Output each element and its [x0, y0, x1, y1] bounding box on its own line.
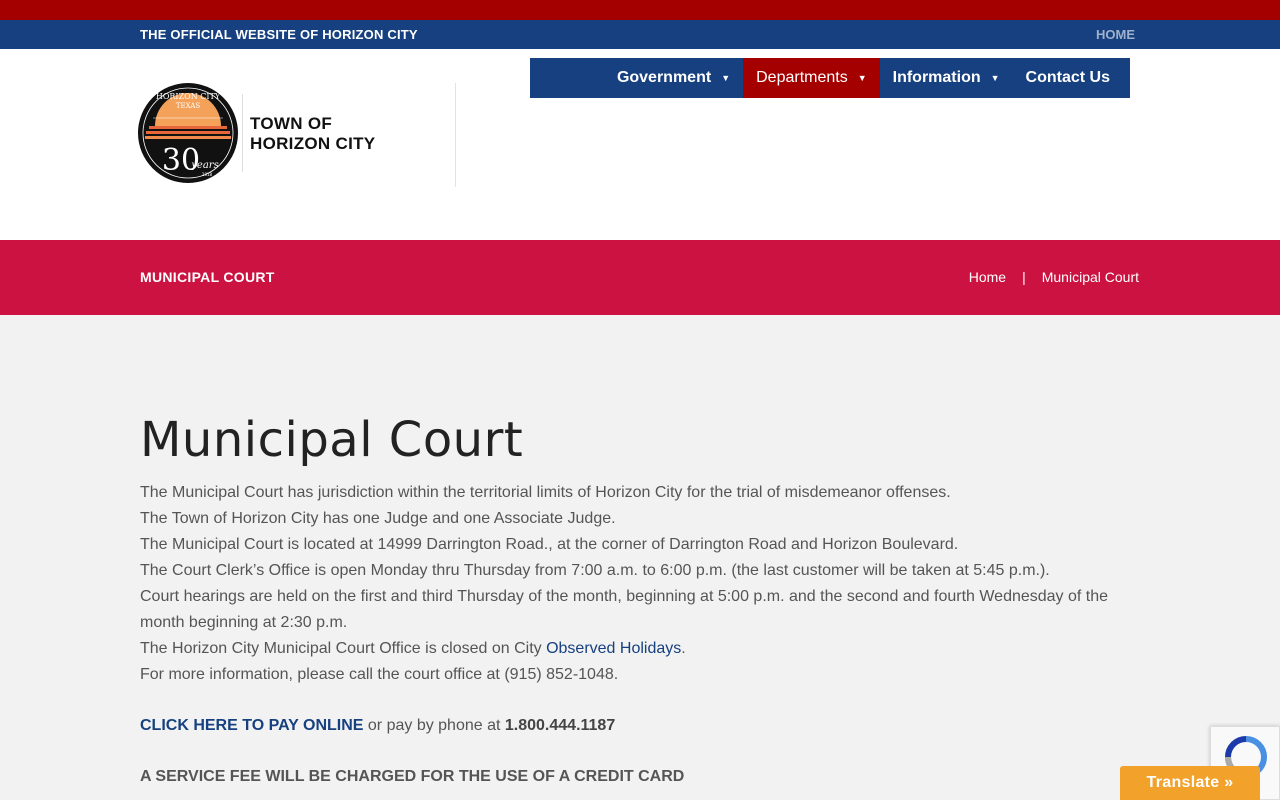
official-website-text: THE OFFICIAL WEBSITE OF HORIZON CITY	[140, 27, 418, 42]
breadcrumb-home[interactable]: Home	[969, 269, 1006, 285]
nav-contact-us-label: Contact Us	[1025, 69, 1110, 86]
translate-button[interactable]: Translate »	[1120, 766, 1260, 800]
pay-online-link[interactable]: CLICK HERE TO PAY ONLINE	[140, 717, 363, 734]
horizon-city-seal-icon: HORIZON CITY TEXAS 30 years 2018	[138, 83, 238, 183]
pay-middle-text: or pay by phone at	[363, 717, 505, 734]
holiday-prefix: The Horizon City Municipal Court Office …	[140, 640, 547, 657]
nav-departments-label: Departments	[756, 69, 848, 86]
breadcrumb-separator: |	[1022, 269, 1026, 285]
holiday-suffix: .	[681, 640, 686, 657]
pay-phone-number: 1.800.444.1187	[504, 717, 616, 734]
svg-text:2018: 2018	[202, 172, 213, 177]
content-line-info: For more information, please call the co…	[140, 666, 619, 683]
breadcrumb-current: Municipal Court	[1041, 269, 1139, 285]
content-line-jurisdiction: The Municipal Court has jurisdiction wit…	[140, 484, 951, 501]
nav-information-label: Information	[892, 69, 981, 86]
content-line-hearings: Court hearings are held on the first and…	[140, 588, 1109, 631]
logo-line-2: HORIZON CITY	[250, 134, 376, 153]
utility-bar: THE OFFICIAL WEBSITE OF HORIZON CITY HOM…	[0, 20, 1280, 49]
svg-text:TEXAS: TEXAS	[176, 102, 201, 110]
top-accent-bar	[0, 0, 1280, 20]
content-line-judges: The Town of Horizon City has one Judge a…	[140, 510, 616, 527]
content-line-location: The Municipal Court is located at 14999 …	[140, 536, 959, 553]
logo-divider	[242, 94, 243, 172]
nav-government-label: Government	[616, 69, 712, 86]
content-line-hours: The Court Clerk’s Office is open Monday …	[140, 562, 1050, 579]
service-fee-notice: A SERVICE FEE WILL BE CHARGED FOR THE US…	[140, 768, 685, 785]
nav-departments[interactable]: Departments ▼	[743, 58, 880, 98]
nav-government[interactable]: Government ▼	[604, 58, 743, 98]
site-logo[interactable]: HORIZON CITY TEXAS 30 years 2018 TOWN OF…	[137, 82, 457, 186]
main-content: Municipal Court The Municipal Court has …	[140, 410, 1140, 790]
caret-down-icon: ▼	[857, 73, 867, 83]
utility-home-link[interactable]: HOME	[1096, 27, 1135, 42]
main-navigation: Government ▼ Departments ▼ Information ▼…	[530, 58, 1130, 98]
breadcrumb: Home | Municipal Court	[969, 269, 1139, 285]
logo-wordmark: TOWN OF HORIZON CITY	[250, 114, 375, 154]
payment-line: CLICK HERE TO PAY ONLINE or pay by phone…	[140, 713, 1140, 739]
nav-contact-us[interactable]: Contact Us	[1013, 58, 1130, 98]
content-line-holidays: The Horizon City Municipal Court Office …	[140, 636, 1140, 662]
svg-text:years: years	[190, 160, 218, 171]
logo-line-1: TOWN OF	[250, 114, 333, 133]
page-title: Municipal Court	[140, 412, 524, 468]
nav-information[interactable]: Information ▼	[880, 58, 1013, 98]
svg-text:HORIZON CITY: HORIZON CITY	[156, 92, 221, 101]
header-divider	[455, 83, 456, 187]
caret-down-icon: ▼	[990, 73, 1000, 83]
site-header: HORIZON CITY TEXAS 30 years 2018 TOWN OF…	[0, 49, 1280, 240]
section-title: MUNICIPAL COURT	[140, 269, 275, 285]
page-title-bar: MUNICIPAL COURT Home | Municipal Court	[0, 240, 1280, 315]
observed-holidays-link[interactable]: Observed Holidays	[546, 640, 681, 657]
caret-down-icon: ▼	[721, 73, 731, 83]
